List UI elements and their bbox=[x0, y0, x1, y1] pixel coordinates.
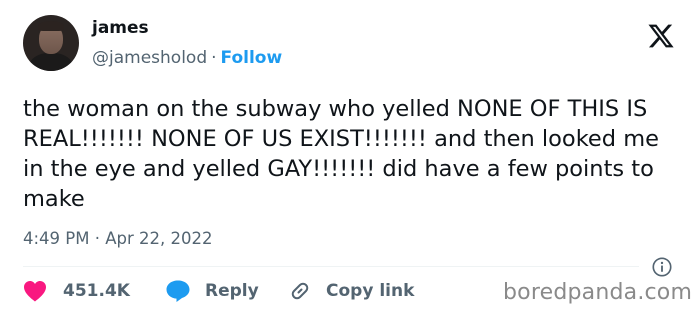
divider bbox=[23, 266, 639, 267]
tweet-timestamp[interactable]: 4:49 PM · Apr 22, 2022 bbox=[23, 229, 213, 248]
tweet-text: the woman on the subway who yelled NONE … bbox=[23, 96, 659, 212]
author-name[interactable]: james bbox=[92, 18, 149, 38]
watermark: boredpanda.com bbox=[503, 280, 693, 305]
reply-button[interactable]: Reply bbox=[165, 278, 259, 304]
author-handle-row: @jamesholod · Follow bbox=[92, 48, 282, 68]
like-count: 451.4K bbox=[63, 281, 130, 301]
heart-icon bbox=[24, 281, 46, 302]
x-logo-icon[interactable] bbox=[646, 22, 676, 50]
reply-bubble-icon bbox=[166, 280, 190, 302]
reply-label: Reply bbox=[205, 281, 259, 301]
link-icon bbox=[291, 282, 309, 300]
tweet-card: james @jamesholod · Follow the woman on th… bbox=[0, 0, 700, 318]
avatar[interactable] bbox=[23, 15, 79, 71]
author-handle[interactable]: @jamesholod bbox=[92, 48, 207, 68]
tweet-date: Apr 22, 2022 bbox=[105, 229, 213, 248]
timestamp-separator: · bbox=[94, 229, 100, 248]
copy-link-label: Copy link bbox=[326, 281, 415, 301]
copy-link-button[interactable]: Copy link bbox=[288, 278, 414, 304]
like-button[interactable]: 451.4K bbox=[23, 278, 130, 304]
info-icon[interactable] bbox=[651, 256, 673, 278]
avatar-body bbox=[29, 53, 73, 71]
tweet-time: 4:49 PM bbox=[23, 229, 90, 248]
avatar-hair bbox=[38, 21, 64, 31]
separator-dot: · bbox=[211, 48, 217, 68]
follow-button[interactable]: Follow bbox=[221, 48, 283, 68]
